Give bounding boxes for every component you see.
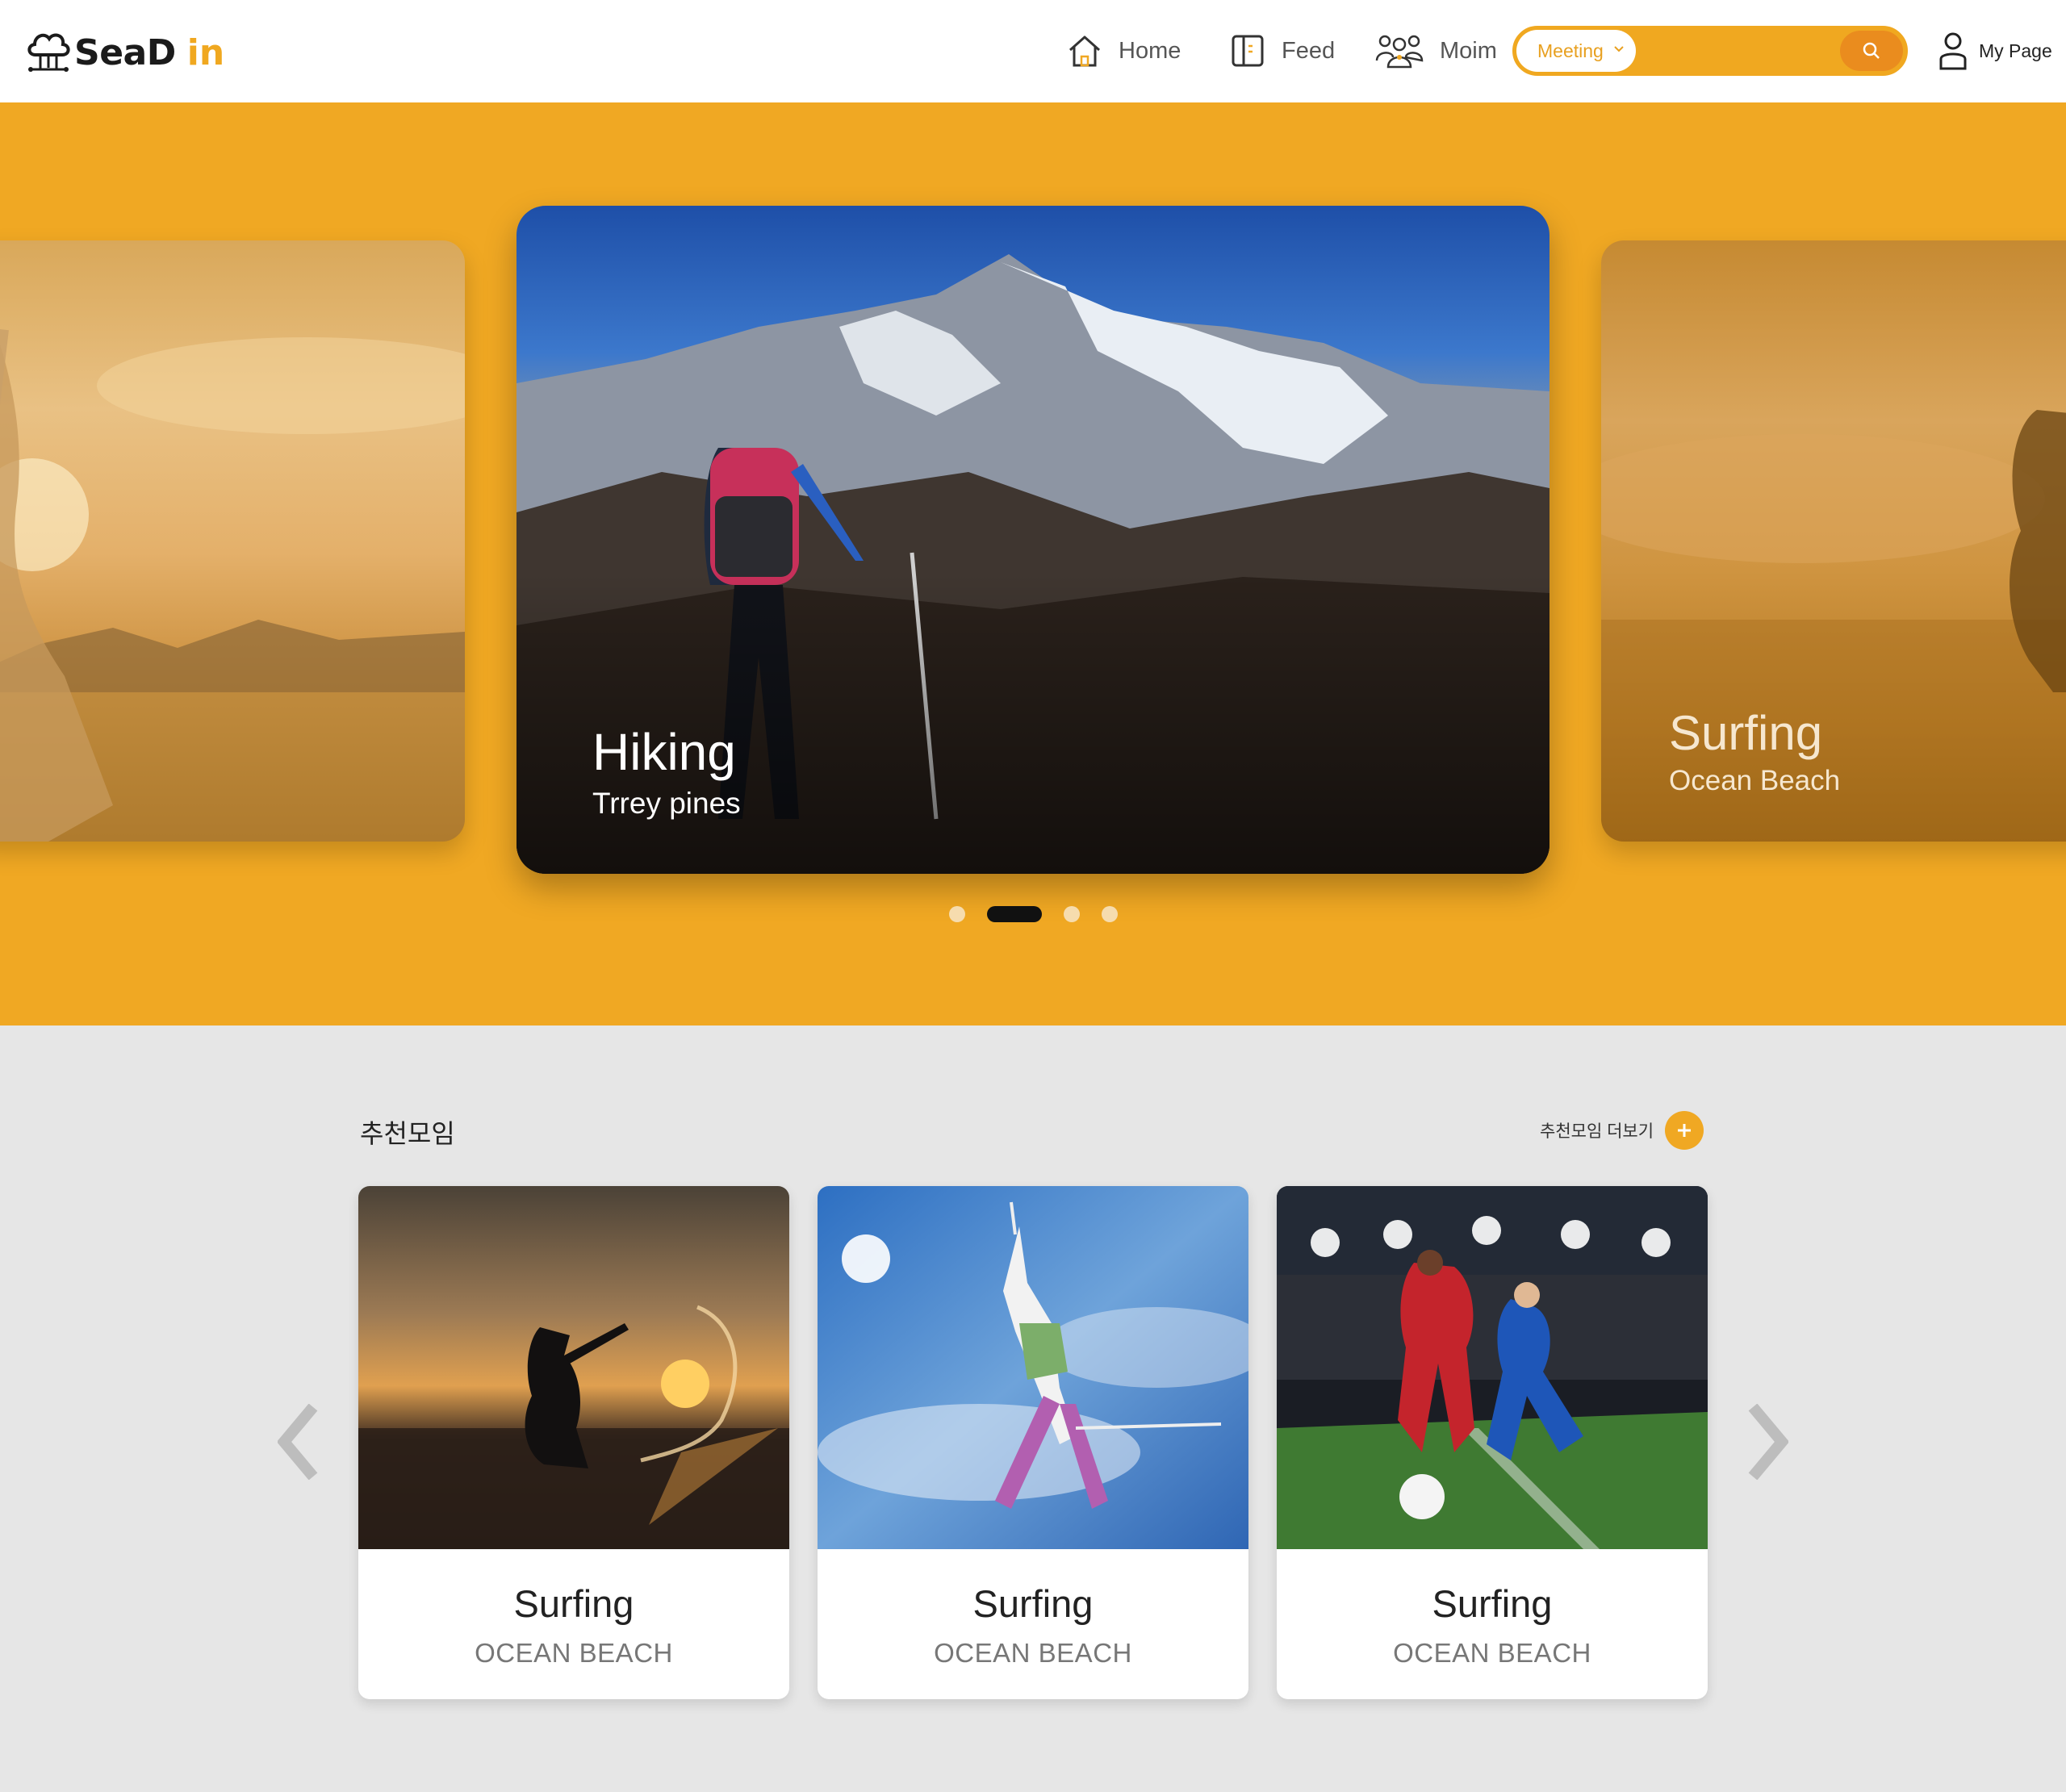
user-icon bbox=[1939, 32, 1967, 70]
feed-icon bbox=[1232, 35, 1264, 67]
skier-jump-image bbox=[818, 1186, 1248, 1549]
nav-moim[interactable]: Moim bbox=[1375, 31, 1497, 71]
hero-slide-subtitle: Trrey pines bbox=[592, 787, 741, 820]
recommended-card[interactable]: Surfing OCEAN BEACH bbox=[818, 1186, 1248, 1699]
recommended-more-link[interactable]: 추천모임 더보기 bbox=[1540, 1110, 1704, 1151]
recommended-section-title: 추천모임 bbox=[360, 1119, 455, 1148]
recommended-card[interactable]: Surfing OCEAN BEACH bbox=[1277, 1186, 1708, 1699]
card-subtitle: OCEAN BEACH bbox=[475, 1638, 673, 1668]
card-subtitle: OCEAN BEACH bbox=[1393, 1638, 1591, 1668]
nav-feed-label: Feed bbox=[1282, 37, 1336, 64]
nav-moim-label: Moim bbox=[1440, 37, 1497, 64]
home-icon bbox=[1069, 36, 1100, 67]
search-icon bbox=[1863, 42, 1880, 59]
carousel-pagination bbox=[949, 904, 1140, 924]
chevron-down-icon bbox=[1614, 46, 1624, 52]
chevron-right-icon[interactable] bbox=[1748, 1404, 1788, 1480]
card-title: Surfing bbox=[972, 1582, 1094, 1625]
top-header: SeaD in Home Feed Moim Meeting My Page bbox=[0, 0, 2066, 102]
nav-home-label: Home bbox=[1119, 37, 1181, 64]
chevron-left-icon[interactable] bbox=[278, 1404, 318, 1480]
hero-slide-next[interactable]: Surfing Ocean Beach bbox=[1601, 240, 2066, 842]
nav-feed[interactable]: Feed bbox=[1230, 31, 1335, 71]
search-input[interactable] bbox=[1644, 31, 1854, 70]
logo[interactable]: SeaD in bbox=[24, 24, 224, 81]
hero-carousel: Hiking Trrey pines Surfing Ocean Beach bbox=[0, 102, 2066, 1025]
carousel-dot-1[interactable] bbox=[949, 906, 965, 922]
search-bar: Meeting bbox=[1512, 26, 1908, 76]
recommended-more-label: 추천모임 더보기 bbox=[1540, 1122, 1654, 1141]
card-image bbox=[818, 1186, 1248, 1549]
hero-slide-active[interactable]: Hiking Trrey pines bbox=[516, 206, 1550, 874]
cloud-logo-icon bbox=[27, 33, 70, 72]
category-select[interactable]: Meeting bbox=[1516, 30, 1636, 72]
category-select-value: Meeting bbox=[1537, 40, 1604, 61]
search-button[interactable] bbox=[1840, 31, 1903, 71]
group-people-icon bbox=[1375, 35, 1424, 69]
plus-icon bbox=[1678, 1124, 1692, 1137]
card-title: Surfing bbox=[1432, 1582, 1553, 1625]
surfer-sunset-image bbox=[358, 1186, 789, 1549]
my-page-label: My Page bbox=[1979, 40, 2052, 61]
nav-home[interactable]: Home bbox=[1067, 31, 1181, 71]
card-image bbox=[358, 1186, 789, 1549]
card-image bbox=[1277, 1186, 1708, 1549]
card-subtitle: OCEAN BEACH bbox=[934, 1638, 1132, 1668]
plus-button[interactable] bbox=[1665, 1111, 1704, 1150]
my-page-link[interactable]: My Page bbox=[1938, 29, 2052, 73]
hero-slide-title: Hiking bbox=[592, 723, 736, 781]
hero-slide-next-subtitle: Ocean Beach bbox=[1669, 765, 1841, 796]
carousel-dot-3[interactable] bbox=[1064, 906, 1080, 922]
hero-slide-next-title: Surfing bbox=[1669, 706, 1823, 760]
logo-text: SeaD bbox=[74, 31, 176, 73]
hero-slide-prev[interactable] bbox=[0, 240, 465, 842]
carousel-dot-2[interactable] bbox=[987, 906, 1042, 922]
carousel-dot-4[interactable] bbox=[1102, 906, 1118, 922]
soccer-match-image bbox=[1277, 1186, 1708, 1549]
logo-suffix: in bbox=[186, 31, 225, 73]
yoga-sunset-image bbox=[0, 329, 465, 842]
card-title: Surfing bbox=[513, 1582, 634, 1625]
recommended-card[interactable]: Surfing OCEAN BEACH bbox=[358, 1186, 789, 1699]
